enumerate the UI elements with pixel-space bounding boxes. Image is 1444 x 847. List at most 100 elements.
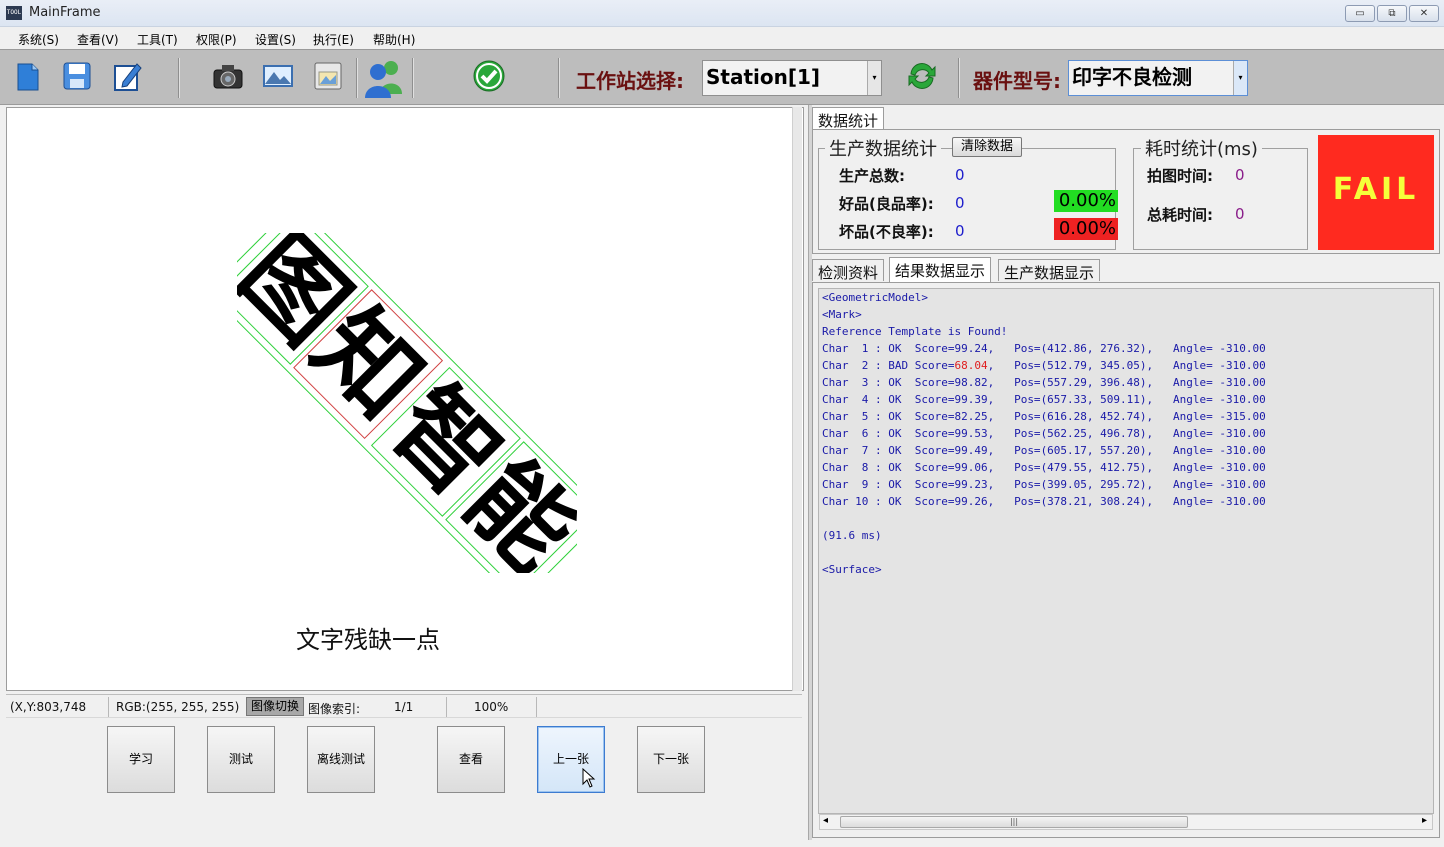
angle-prefix: , Angle= (1146, 495, 1220, 508)
status-bar: (X,Y:803,748 RGB:(255, 255, 255) 图像切换 图像… (6, 694, 802, 718)
part-model-select[interactable]: 印字不良检测 ▾ (1068, 60, 1248, 96)
part-model-label: 器件型号: (973, 69, 1061, 93)
next-image-button[interactable]: 下一张 (637, 726, 705, 793)
learn-button[interactable]: 学习 (107, 726, 175, 793)
run-check-icon[interactable] (473, 60, 505, 92)
zoom-level: 100% (474, 700, 509, 714)
refresh-icon[interactable] (906, 60, 938, 92)
title-bar: TOOL MainFrame ▭ ⧉ ✕ (0, 0, 1444, 27)
menu-help[interactable]: 帮助(H) (373, 31, 415, 48)
pos-prefix: , Pos= (987, 359, 1041, 372)
toolbar-separator (412, 58, 414, 98)
char-score: 99.06 (954, 461, 988, 474)
menu-settings[interactable]: 设置(S) (255, 31, 296, 48)
char-angle: -310.00 (1219, 444, 1266, 457)
result-surface-line: <Surface> (822, 563, 882, 576)
tab-production-data[interactable]: 生产数据显示 (998, 259, 1101, 282)
char-score: 99.23 (954, 478, 988, 491)
total-time-label: 总耗时间: (1147, 206, 1213, 224)
bad-count-label: 坏品(不良率): (839, 223, 934, 241)
char-status: Char 9 : OK (822, 478, 909, 491)
total-count-value: 0 (955, 166, 965, 184)
image-caption: 文字残缺一点 (296, 626, 440, 654)
menu-bar: 系统(S) 查看(V) 工具(T) 权限(P) 设置(S) 执行(E) 帮助(H… (0, 27, 1444, 49)
menu-permissions[interactable]: 权限(P) (196, 31, 237, 48)
result-line: <GeometricModel> (822, 291, 928, 304)
image-switch-button[interactable]: 图像切换 (246, 697, 304, 716)
pos-prefix: , Pos= (987, 376, 1041, 389)
char-score: 99.53 (954, 427, 988, 440)
image-icon[interactable] (262, 60, 294, 92)
maximize-button[interactable]: ⧉ (1377, 5, 1407, 22)
pos-prefix: , Pos= (987, 461, 1041, 474)
menu-tools[interactable]: 工具(T) (137, 31, 178, 48)
save-image-icon[interactable] (312, 60, 344, 92)
char-result-line: Char 8 : OK Score=99.06, Pos=(479.55, 41… (822, 461, 1266, 474)
scroll-left-icon[interactable]: ◂ (823, 815, 828, 826)
result-status-badge: FAIL (1318, 135, 1434, 250)
mouse-cursor-icon (582, 768, 596, 788)
users-icon[interactable] (364, 58, 406, 98)
menu-system[interactable]: 系统(S) (18, 31, 59, 48)
edit-icon[interactable] (111, 60, 143, 92)
image-scrollbar[interactable] (792, 107, 802, 691)
angle-prefix: , Angle= (1146, 359, 1220, 372)
char-angle: -310.00 (1219, 393, 1266, 406)
toolbar: 工作站选择: Station[1] ▾ 器件型号: 印字不良检测 ▾ (0, 49, 1444, 105)
menu-view[interactable]: 查看(V) (77, 31, 119, 48)
pos-prefix: , Pos= (987, 427, 1041, 440)
char-angle: -310.00 (1219, 495, 1266, 508)
char-result-line: Char 6 : OK Score=99.53, Pos=(562.25, 49… (822, 427, 1266, 440)
char-angle: -310.00 (1219, 478, 1266, 491)
part-model-value: 印字不良检测 (1072, 65, 1192, 89)
char-status: Char 2 : BAD (822, 359, 909, 372)
char-score: 98.82 (954, 376, 988, 389)
scroll-right-icon[interactable]: ▸ (1422, 815, 1427, 826)
pos-prefix: , Pos= (987, 444, 1041, 457)
result-text-area[interactable]: <GeometricModel> <Mark> Reference Templa… (818, 288, 1434, 814)
camera-icon[interactable] (212, 60, 244, 92)
chevron-down-icon[interactable]: ▾ (1233, 61, 1247, 95)
tab-data-stats[interactable]: 数据统计 (812, 107, 885, 130)
char-status: Char 4 : OK (822, 393, 909, 406)
view-button[interactable]: 查看 (437, 726, 505, 793)
tab-inspection-info[interactable]: 检测资料 (812, 259, 885, 282)
char-angle: -310.00 (1219, 427, 1266, 440)
minimize-button[interactable]: ▭ (1345, 5, 1375, 22)
char-pos: (399.05, 295.72) (1040, 478, 1147, 491)
char-result-line: Char 4 : OK Score=99.39, Pos=(657.33, 50… (822, 393, 1266, 406)
score-prefix: Score= (908, 478, 955, 491)
close-button[interactable]: ✕ (1409, 5, 1439, 22)
chevron-down-icon[interactable]: ▾ (867, 61, 881, 95)
result-line: <Mark> (822, 308, 862, 321)
score-prefix: Score= (908, 393, 955, 406)
char-score: 99.39 (954, 393, 988, 406)
char-status: Char 6 : OK (822, 427, 909, 440)
image-view[interactable]: 图 知 智 能 (6, 107, 804, 691)
result-line: Reference Template is Found! (822, 325, 1008, 338)
char-status: Char 1 : OK (822, 342, 909, 355)
char-result-line: Char 3 : OK Score=98.82, Pos=(557.29, 39… (822, 376, 1266, 389)
score-prefix: Score= (908, 427, 955, 440)
station-select[interactable]: Station[1] ▾ (702, 60, 882, 96)
timing-stats-group (1133, 148, 1308, 250)
inspection-image: 图 知 智 能 (237, 233, 577, 573)
tab-result-data[interactable]: 结果数据显示 (889, 257, 992, 282)
menu-execute[interactable]: 执行(E) (313, 31, 354, 48)
save-icon[interactable] (61, 60, 93, 92)
scroll-thumb[interactable]: ||| (840, 816, 1188, 828)
toolbar-separator (356, 58, 358, 98)
score-prefix: Score= (908, 376, 955, 389)
timing-stats-title: 耗时统计(ms) (1141, 135, 1262, 161)
offline-test-button[interactable]: 离线测试 (307, 726, 375, 793)
test-button[interactable]: 测试 (207, 726, 275, 793)
score-prefix: Score= (908, 410, 955, 423)
char-status: Char 8 : OK (822, 461, 909, 474)
clear-data-button[interactable]: 清除数据 (952, 137, 1022, 157)
char-angle: -310.00 (1219, 461, 1266, 474)
char-result-line: Char 5 : OK Score=82.25, Pos=(616.28, 45… (822, 410, 1266, 423)
image-index-label: 图像索引: (308, 702, 361, 716)
total-time-value: 0 (1235, 205, 1245, 223)
char-pos: (605.17, 557.20) (1040, 444, 1147, 457)
new-file-icon[interactable] (12, 60, 44, 92)
